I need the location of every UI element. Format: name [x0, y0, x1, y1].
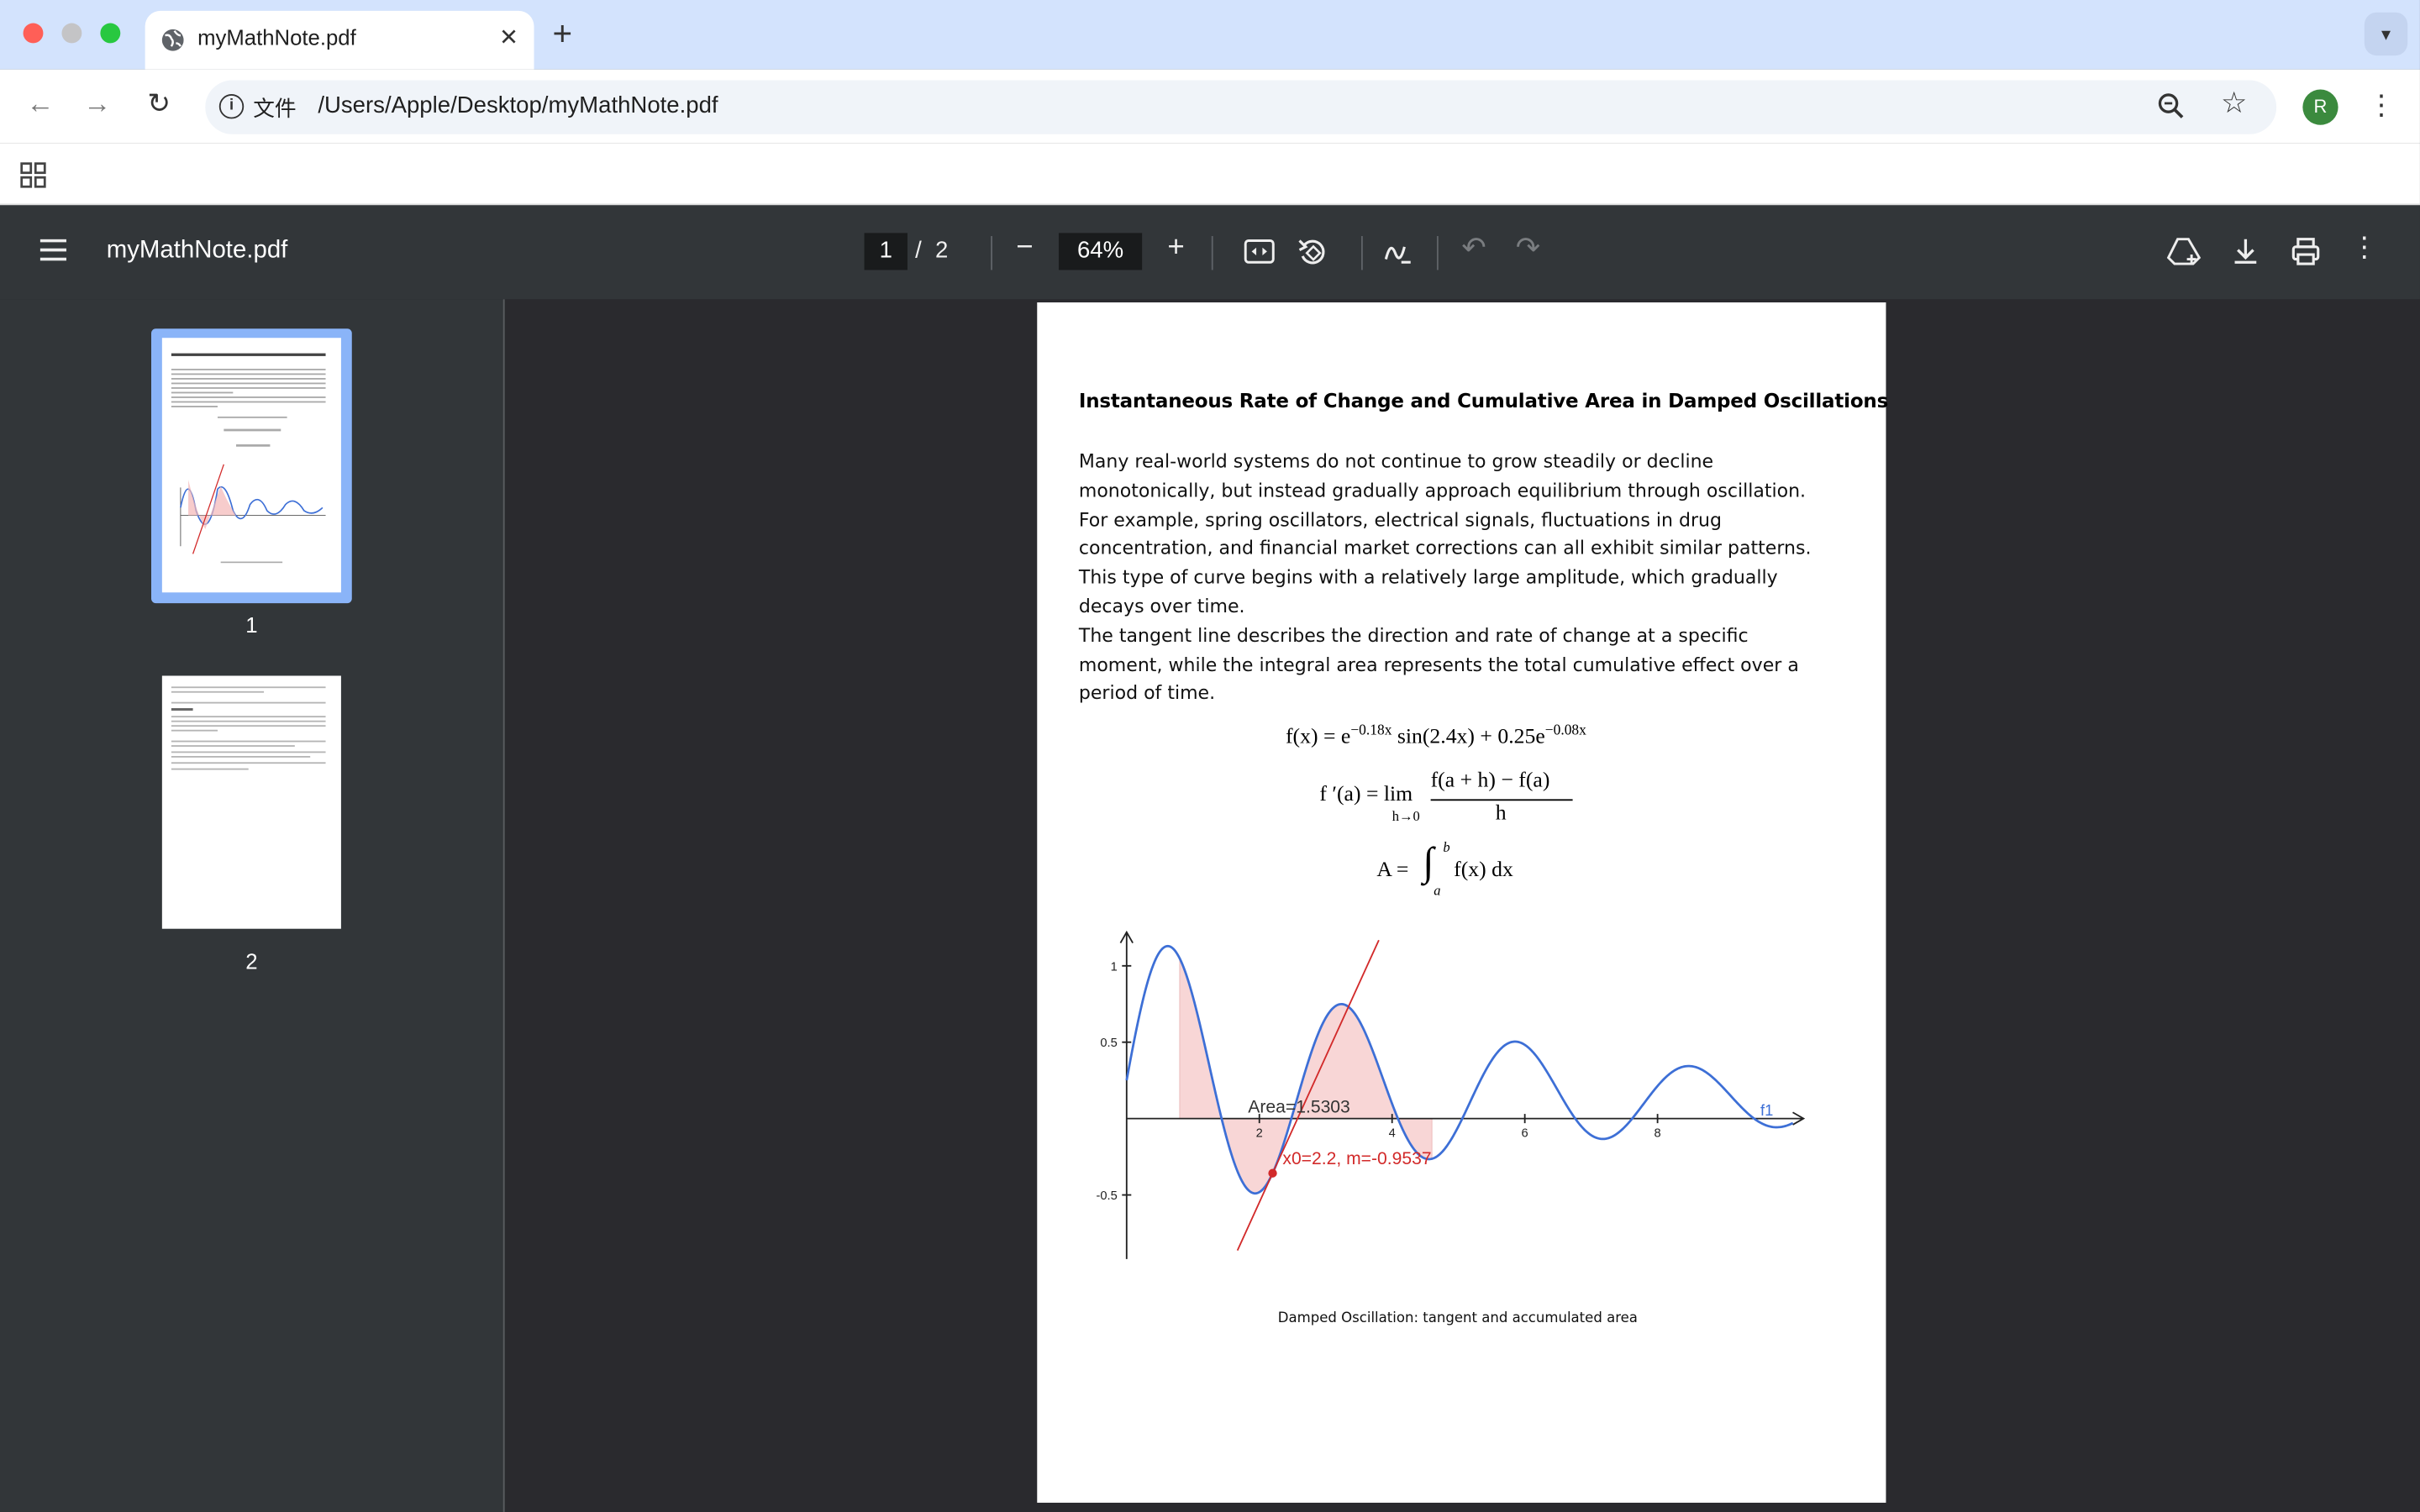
rotate-icon[interactable] — [1297, 236, 1329, 269]
apps-grid-icon[interactable] — [20, 162, 46, 188]
url-text[interactable]: /Users/Apple/Desktop/myMathNote.pdf — [318, 92, 718, 118]
equation-3: A = ∫ b a f(x) dx — [1376, 839, 1546, 904]
equation-2: f ′(a) = lim h→0 f(a + h) − f(a) h — [1319, 770, 1581, 826]
divider — [1211, 236, 1213, 270]
close-window-button[interactable] — [23, 23, 44, 44]
document-title: Instantaneous Rate of Change and Cumulat… — [1078, 388, 1889, 412]
y-tick-label: 1 — [1111, 960, 1118, 974]
eq2-lhs: f ′(a) = lim — [1319, 784, 1413, 807]
f1-curve — [1125, 944, 1794, 1195]
eq1-exponent-2: −0.08x — [1544, 723, 1586, 739]
chevron-down-icon: ▾ — [2381, 23, 2391, 45]
text-line: monotonically, but instead gradually app… — [1078, 479, 1807, 501]
eq1-exponent-1: −0.18x — [1350, 723, 1392, 739]
tangent-label: x0=2.2, m=-0.9537 — [1282, 1149, 1431, 1168]
thumbnail-label-2: 2 — [245, 948, 258, 974]
more-actions-icon[interactable]: ⋮ — [2348, 232, 2381, 265]
paragraph-1: Many real-world systems do not continue … — [1079, 448, 1812, 709]
text-line: This type of curve begins with a relativ… — [1078, 566, 1778, 589]
eq3-lower-bound: a — [1434, 882, 1441, 898]
eq2-limit-subscript: h→0 — [1392, 808, 1420, 824]
hamburger-menu-icon[interactable] — [39, 239, 66, 261]
area-label: Area=1.5303 — [1248, 1097, 1349, 1116]
zoom-level-input[interactable]: 64% — [1058, 233, 1143, 270]
tangent-point — [1268, 1168, 1277, 1178]
print-icon[interactable] — [2291, 236, 2322, 267]
profile-avatar[interactable]: R — [2302, 89, 2338, 125]
text-line: period of time. — [1078, 682, 1216, 705]
eq3-lhs: A = — [1376, 859, 1409, 883]
browser-tab[interactable]: myMathNote.pdf ✕ — [145, 10, 534, 70]
divider — [1360, 236, 1363, 270]
eq2-denominator: h — [1495, 802, 1507, 826]
thumbnail-label-1: 1 — [245, 612, 258, 638]
address-bar[interactable]: i 文件 /Users/Apple/Desktop/myMathNote.pdf… — [205, 80, 2277, 134]
tab-title: myMathNote.pdf — [197, 24, 356, 50]
undo-icon[interactable]: ↶ — [1457, 232, 1491, 267]
new-tab-icon[interactable]: + — [553, 14, 573, 55]
tab-strip: myMathNote.pdf ✕ + ▾ — [0, 0, 2420, 70]
eq2-numerator: f(a + h) − f(a) — [1430, 769, 1550, 794]
redo-icon[interactable]: ↷ — [1511, 232, 1544, 267]
close-tab-icon[interactable]: ✕ — [499, 24, 518, 50]
x-tick-label: 4 — [1389, 1127, 1396, 1141]
text-line: concentration, and financial market corr… — [1078, 537, 1812, 559]
text-line: The tangent line describes the direction… — [1078, 624, 1749, 647]
eq3-rhs: f(x) dx — [1454, 859, 1513, 883]
back-icon[interactable]: ← — [22, 88, 59, 121]
eq1-middle: sin(2.4x) + 0.25e — [1392, 726, 1545, 750]
pdf-toolbar: myMathNote.pdf 1 / 2 − 64% + ↶ ↷ ⋮ — [0, 205, 2420, 300]
annotate-pen-icon[interactable] — [1383, 238, 1414, 269]
total-pages: 2 — [935, 237, 949, 265]
pdf-page: Instantaneous Rate of Change and Cumulat… — [1037, 302, 1889, 1503]
equation-1: f(x) = e−0.18x sin(2.4x) + 0.25e−0.08x — [1286, 723, 1586, 750]
page-thumbnail-2[interactable] — [161, 675, 341, 929]
forward-icon[interactable]: → — [79, 88, 116, 121]
y-tick-label: 0.5 — [1100, 1037, 1117, 1050]
reload-icon[interactable]: ↻ — [140, 88, 177, 121]
eq3-upper-bound: b — [1443, 839, 1450, 855]
document-name: myMathNote.pdf — [106, 237, 288, 265]
tab-search-button[interactable]: ▾ — [2364, 12, 2408, 56]
thumbnail-preview — [171, 686, 326, 770]
bookmark-star-icon[interactable]: ☆ — [2221, 87, 2247, 122]
fraction-bar — [1430, 799, 1573, 801]
browser-toolbar: ← → ↻ i 文件 /Users/Apple/Desktop/myMathNo… — [0, 69, 2420, 144]
integral-symbol: ∫ — [1423, 839, 1434, 885]
text-line: moment, while the integral area represen… — [1078, 653, 1799, 675]
zoom-window-button[interactable] — [100, 23, 121, 44]
text-line: Many real-world systems do not continue … — [1078, 450, 1714, 473]
bookmarks-bar — [0, 143, 2420, 206]
figure-caption: Damped Oscillation: tangent and accumula… — [1277, 1311, 1638, 1327]
text-line: For example, spring oscillators, electri… — [1078, 508, 1722, 531]
series-label: f1 — [1760, 1101, 1773, 1119]
pdf-viewer[interactable]: Instantaneous Rate of Change and Cumulat… — [506, 299, 2420, 1512]
y-tick-label: -0.5 — [1096, 1189, 1117, 1203]
page-separator: / — [915, 237, 922, 265]
download-icon[interactable] — [2232, 236, 2260, 267]
zoom-out-icon[interactable]: − — [1007, 232, 1041, 265]
divider — [991, 236, 992, 270]
fit-to-page-icon[interactable] — [1244, 239, 1275, 264]
thumbnail-preview — [171, 353, 326, 564]
divider — [1436, 236, 1439, 270]
eq1-lhs: f(x) = e — [1285, 726, 1351, 750]
save-to-drive-icon[interactable] — [2166, 236, 2202, 267]
damped-oscillation-chart: 2 4 6 8 1 0.5 -0.5 Area=1.5303 x0=2.2, m=-0.953… — [1096, 930, 1806, 1259]
x-tick-label: 8 — [1655, 1127, 1661, 1141]
text-line: decays over time. — [1078, 595, 1245, 617]
browser-menu-icon[interactable]: ⋮ — [2367, 88, 2395, 125]
page-thumbnail-1[interactable] — [161, 338, 341, 593]
zoom-icon[interactable] — [2156, 91, 2187, 122]
page-number-input[interactable]: 1 — [864, 233, 908, 270]
globe-icon — [161, 29, 184, 51]
thumbnail-sidebar: 1 2 — [0, 299, 505, 1512]
minimize-window-button[interactable] — [61, 23, 82, 44]
chart-marks-layer: Area=1.5303 x0=2.2, m=-0.9537 f1 — [1125, 939, 1794, 1251]
x-tick-label: 6 — [1522, 1127, 1528, 1141]
x-tick-label: 2 — [1256, 1127, 1263, 1141]
info-icon[interactable]: i — [218, 94, 245, 119]
zoom-in-icon[interactable]: + — [1159, 232, 1192, 265]
scheme-label: 文件 — [253, 95, 297, 121]
